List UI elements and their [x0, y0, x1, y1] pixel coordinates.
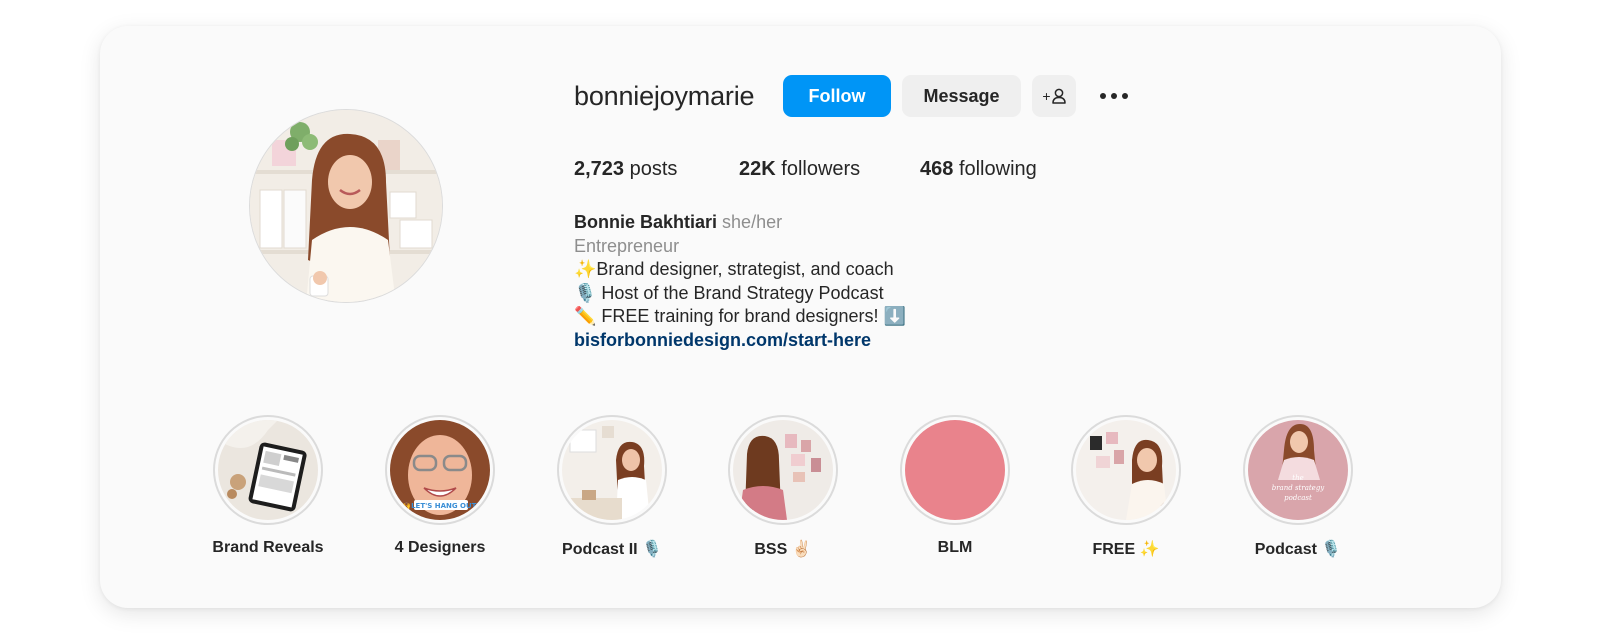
bio-line: 🎙️ Host of the Brand Strategy Podcast — [574, 282, 884, 303]
wall-pinning-image — [1076, 420, 1176, 520]
highlight-ring — [213, 415, 323, 525]
message-button[interactable]: Message — [902, 75, 1021, 117]
pronouns: she/her — [722, 212, 783, 232]
posts-stat: 2,723 posts — [574, 156, 677, 182]
add-user-button[interactable]: + — [1032, 75, 1076, 117]
podcast-desk-image — [562, 420, 662, 520]
highlight-ring — [900, 415, 1010, 525]
highlight-ring — [1071, 415, 1181, 525]
highlight-item[interactable]: Podcast II 🎙️ — [527, 415, 697, 559]
highlight-cover-image — [562, 420, 662, 520]
profile-category: Entrepreneur — [574, 235, 680, 256]
sticker-text: 🙌LET'S HANG OUT! — [402, 501, 479, 510]
profile-username: bonniejoymarie — [574, 81, 755, 111]
bio-website-link[interactable]: bisforbonniedesign.com/start-here — [574, 329, 906, 353]
followers-stat[interactable]: 22K followers — [739, 156, 860, 182]
highlight-ring — [728, 415, 838, 525]
highlight-label: BLM — [937, 539, 973, 556]
follow-button[interactable]: Follow — [783, 75, 891, 117]
followers-label: followers — [781, 158, 861, 180]
cover-text-line: the — [1292, 474, 1303, 482]
cover-text-line: podcast — [1284, 494, 1312, 502]
highlight-cover-image — [218, 420, 318, 520]
tablet-mockup-image — [218, 420, 318, 520]
podcast-cover-image: the brand strategy podcast — [1248, 420, 1348, 520]
highlight-label: Brand Reveals — [212, 539, 324, 556]
selfie-image: 🙌LET'S HANG OUT! — [390, 420, 490, 520]
highlight-ring: the brand strategy podcast — [1243, 415, 1353, 525]
following-count: 468 — [920, 158, 954, 180]
add-user-icon: + — [1042, 88, 1066, 104]
solid-color-circle — [905, 420, 1005, 520]
highlight-item[interactable]: 🙌LET'S HANG OUT! 4 Designers — [355, 415, 525, 557]
more-options-button[interactable] — [1096, 80, 1132, 112]
highlight-item[interactable]: the brand strategy podcast Podcast 🎙️ — [1213, 415, 1383, 559]
highlight-cover-image — [733, 420, 833, 520]
bio-name-row: Bonnie Bakhtiari she/her — [574, 211, 906, 235]
highlight-item[interactable]: FREE ✨ — [1041, 415, 1211, 559]
highlight-label: Podcast 🎙️ — [1254, 541, 1342, 558]
cover-text-line: brand strategy — [1272, 484, 1326, 492]
plus-glyph: + — [1042, 88, 1051, 104]
person-icon — [1051, 88, 1066, 104]
posts-count: 2,723 — [574, 158, 625, 180]
blm-color-fill — [905, 420, 1005, 520]
following-label: following — [958, 158, 1037, 180]
highlight-cover-image: 🙌LET'S HANG OUT! — [390, 420, 490, 520]
highlight-cover-image — [1076, 420, 1176, 520]
highlight-item[interactable]: BLM — [870, 415, 1040, 557]
highlight-label: BSS ✌🏻 — [754, 541, 812, 558]
highlight-label: Podcast II 🎙️ — [562, 541, 662, 558]
bio-line: ✨Brand designer, strategist, and coach — [574, 259, 894, 279]
highlight-item[interactable]: BSS ✌🏻 — [698, 415, 868, 559]
highlight-item[interactable]: Brand Reveals — [183, 415, 353, 557]
posts-label: posts — [629, 158, 678, 180]
followers-count: 22K — [739, 158, 776, 180]
highlight-cover-image: the brand strategy podcast — [1248, 420, 1348, 520]
more-dots-icon — [1100, 93, 1128, 99]
highlight-label: 4 Designers — [394, 539, 486, 556]
highlight-label: FREE ✨ — [1092, 541, 1160, 558]
following-stat[interactable]: 468 following — [920, 156, 1037, 182]
full-name: Bonnie Bakhtiari — [574, 212, 718, 232]
avatar-photo — [250, 110, 442, 302]
profile-bio: Bonnie Bakhtiari she/her Entrepreneur ✨B… — [574, 211, 906, 352]
highlight-ring — [557, 415, 667, 525]
bio-line: ✏️ FREE training for brand designers! ⬇️ — [574, 306, 906, 326]
profile-avatar[interactable] — [249, 109, 443, 303]
moodboard-image — [733, 420, 833, 520]
highlight-ring: 🙌LET'S HANG OUT! — [385, 415, 495, 525]
highlight-cover-image — [905, 420, 1005, 520]
